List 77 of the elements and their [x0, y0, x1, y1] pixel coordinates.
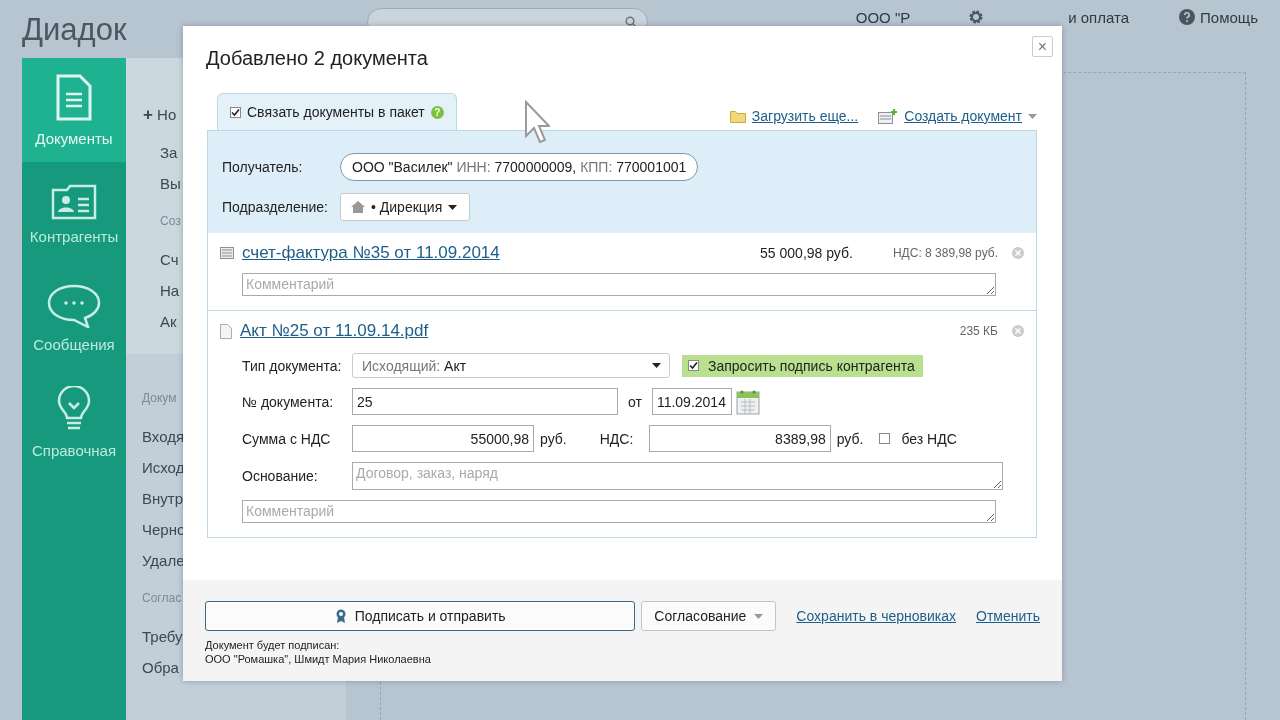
caret-icon — [1028, 113, 1037, 119]
menu-item[interactable]: Внутр — [142, 483, 183, 514]
document-link[interactable]: счет-фактура №35 от 11.09.2014 — [242, 243, 500, 263]
date-field[interactable]: 11.09.2014 — [651, 388, 732, 415]
division-dropdown[interactable]: • Дирекция — [340, 193, 471, 221]
caret-icon — [754, 613, 764, 619]
file-icon — [220, 323, 232, 339]
comment-field[interactable]: Комментарий — [242, 500, 996, 523]
signer-note: Документ будет подписан: — [205, 638, 341, 652]
save-draft-link[interactable]: Сохранить в черновиках — [796, 608, 956, 624]
field-label: Основание: — [242, 468, 319, 484]
approval-button[interactable]: Согласование — [641, 601, 777, 631]
field-label: Тип документа: — [242, 357, 343, 374]
folder-icon — [729, 109, 746, 123]
sign-and-send-button[interactable]: Подписать и отправить — [205, 601, 636, 631]
section-heading: Докум — [142, 390, 177, 407]
recipient-field[interactable]: ООО "Василек" ИНН: 7700000009, КПП: 770001001 — [340, 153, 699, 181]
menu-item[interactable]: Удале — [142, 545, 185, 576]
help-link[interactable]: Помощь — [1200, 8, 1258, 26]
menu-item[interactable]: Требу — [142, 621, 183, 652]
close-button[interactable]: × — [1032, 36, 1053, 57]
field-label: Сумма с НДС — [242, 430, 332, 447]
currency-text: руб. — [540, 430, 567, 447]
house-icon — [351, 201, 365, 213]
vat-text: НДС: 8 389,98 руб. — [892, 246, 998, 260]
settings-icon[interactable] — [968, 9, 985, 25]
checkbox-label: без НДС — [901, 430, 957, 447]
section-heading: Соз — [160, 213, 181, 230]
document-number-field[interactable]: 25 — [352, 388, 618, 415]
caret-icon — [448, 204, 458, 210]
checkbox[interactable] — [230, 106, 241, 118]
menu-item[interactable]: За — [160, 137, 178, 168]
sum-field[interactable]: 55000,98 — [352, 425, 534, 452]
vat-field[interactable]: 8389,98 — [648, 425, 831, 452]
no-vat-checkbox[interactable] — [879, 433, 891, 444]
caret-icon — [652, 363, 661, 368]
organization-link[interactable]: ООО "Р — [855, 8, 911, 26]
field-label: НДС: — [599, 430, 635, 447]
calendar-icon[interactable] — [735, 388, 760, 415]
request-signature-option[interactable]: Запросить подпись контрагента — [682, 354, 923, 377]
field-label: Подразделение: — [222, 199, 329, 215]
section-heading: Соглас — [142, 590, 182, 607]
menu-item[interactable]: Обра — [142, 652, 179, 683]
help-icon[interactable] — [1179, 9, 1196, 25]
settings-link[interactable]: и оплата — [1068, 8, 1130, 26]
contact-card-icon — [51, 183, 97, 220]
document-link[interactable]: Акт №25 от 11.09.14.pdf — [240, 321, 429, 341]
speech-bubble-icon — [47, 283, 101, 328]
search-icon — [625, 16, 637, 28]
checkbox[interactable] — [688, 360, 699, 371]
invoice-icon — [220, 247, 234, 259]
menu-item[interactable]: Сч — [160, 244, 179, 275]
upload-link[interactable]: Загрузить еще... — [751, 108, 859, 124]
comment-field[interactable]: Комментарий — [242, 273, 996, 296]
seal-icon — [334, 609, 347, 623]
mouse-cursor-icon — [524, 100, 550, 144]
basis-field[interactable]: Договор, заказ, наряд — [352, 462, 1003, 490]
menu-item[interactable]: Исход — [142, 452, 185, 483]
amount-text: 55 000,98 руб. — [760, 245, 853, 261]
menu-item[interactable]: Вы — [160, 168, 181, 199]
file-size-text: 235 КБ — [959, 324, 998, 338]
date-separator: от — [628, 393, 642, 410]
menu-item[interactable]: Входя — [142, 421, 185, 452]
menu-item[interactable]: Ак — [160, 306, 177, 337]
menu-item[interactable]: На — [160, 275, 180, 306]
signer-note: ООО "Ромашка", Шмидт Мария Николаевна — [205, 652, 432, 666]
field-label: Получатель: — [222, 159, 304, 175]
document-icon — [55, 73, 93, 122]
package-tab[interactable]: Связать документы в пакет ? — [217, 93, 457, 130]
new-document-link[interactable]: + Но — [143, 92, 177, 137]
add-document-icon — [878, 108, 899, 124]
create-document-link[interactable]: Создать документ — [904, 108, 1022, 124]
dialog-title: Добавлено 2 документа — [206, 47, 429, 71]
currency-text: руб. — [836, 430, 864, 447]
document-type-dropdown[interactable]: Исходящий: Акт — [352, 353, 670, 378]
field-label: № документа: — [242, 393, 335, 410]
cancel-link[interactable]: Отменить — [976, 608, 1040, 624]
